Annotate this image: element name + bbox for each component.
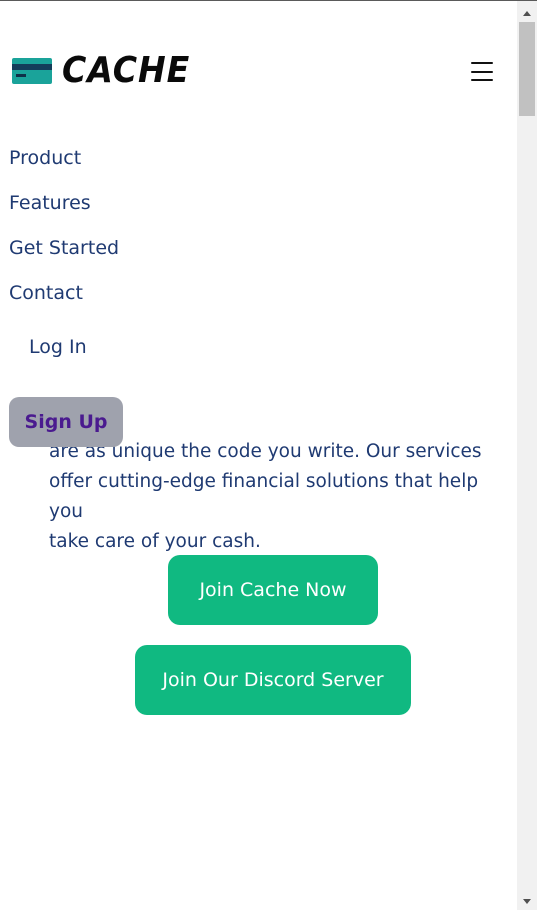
hero-text-line: take care of your cash. — [49, 531, 261, 552]
logo[interactable]: CACHE — [12, 53, 201, 89]
scrollbar-thumb[interactable] — [519, 22, 535, 116]
login-link[interactable]: Log In — [29, 336, 87, 358]
nav-item-features[interactable]: Features — [9, 192, 91, 214]
scroll-up-arrow-icon[interactable] — [517, 5, 537, 22]
brand-name: CACHE — [62, 50, 191, 91]
join-discord-button[interactable]: Join Our Discord Server — [135, 645, 411, 715]
hero-text-line: offer cutting-edge financial solutions t… — [49, 471, 479, 522]
scroll-down-arrow-icon[interactable] — [517, 893, 537, 910]
page-viewport: are as unique the code you write. Our se… — [0, 1, 517, 910]
nav-item-product[interactable]: Product — [9, 147, 81, 169]
hero-description: are as unique the code you write. Our se… — [49, 437, 504, 557]
vertical-scrollbar[interactable] — [517, 1, 537, 910]
join-cache-button[interactable]: Join Cache Now — [168, 555, 378, 625]
signup-button[interactable]: Sign Up — [9, 397, 123, 447]
nav-item-get-started[interactable]: Get Started — [9, 237, 119, 259]
nav-item-contact[interactable]: Contact — [9, 282, 83, 304]
credit-card-icon — [12, 58, 52, 84]
hamburger-icon[interactable] — [471, 62, 493, 82]
